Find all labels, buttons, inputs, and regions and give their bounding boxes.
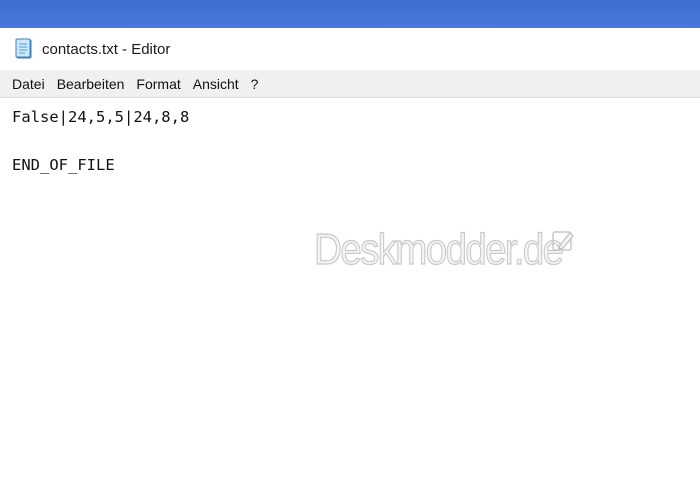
- menu-bearbeiten[interactable]: Bearbeiten: [51, 72, 131, 96]
- menu-ansicht[interactable]: Ansicht: [187, 72, 245, 96]
- notepad-icon: [15, 38, 32, 59]
- menu-format[interactable]: Format: [130, 72, 186, 96]
- desktop-background: [0, 0, 700, 28]
- window-title: contacts.txt - Editor: [42, 41, 171, 58]
- menu-datei[interactable]: Datei: [6, 72, 51, 96]
- editor-content[interactable]: False|24,5,5|24,8,8 END_OF_FILE: [12, 105, 189, 177]
- menu-bar: Datei Bearbeiten Format Ansicht ?: [0, 70, 700, 98]
- watermark-text: Deskmodder.de: [313, 224, 564, 274]
- pen-icon: [552, 231, 574, 251]
- text-editor-area[interactable]: False|24,5,5|24,8,8 END_OF_FILE: [0, 98, 700, 504]
- menu-help[interactable]: ?: [245, 72, 265, 96]
